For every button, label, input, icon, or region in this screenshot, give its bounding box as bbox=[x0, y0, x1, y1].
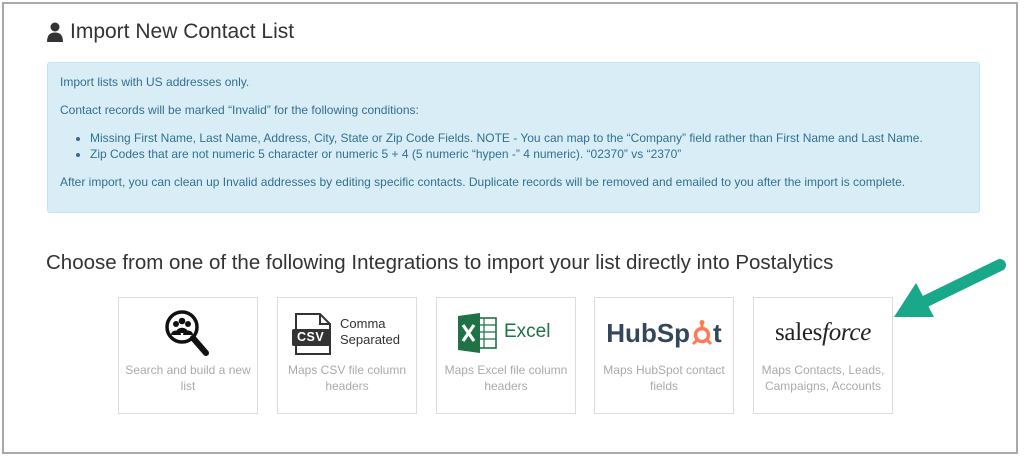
salesforce-logo-text-a: sales bbox=[774, 319, 823, 346]
notice-bullet: Missing First Name, Last Name, Address, … bbox=[90, 130, 923, 146]
excel-icon bbox=[458, 313, 497, 353]
hubspot-logo-text-a: HubSp bbox=[606, 317, 691, 348]
notice-bullet: Zip Codes that are not numeric 5 charact… bbox=[90, 146, 923, 162]
salesforce-logo: salesforce bbox=[754, 308, 892, 358]
import-notice: Import lists with US addresses only. Con… bbox=[47, 62, 980, 213]
integrations-heading: Choose from one of the following Integra… bbox=[46, 251, 834, 274]
page-title: Import New Contact List bbox=[46, 18, 294, 46]
notice-line-us-only: Import lists with US addresses only. bbox=[60, 75, 250, 89]
page-title-text: Import New Contact List bbox=[70, 20, 295, 43]
csv-logo: CSV Comma Separated bbox=[278, 308, 416, 358]
user-icon bbox=[47, 22, 63, 42]
integration-card-search[interactable]: Search and build a new list bbox=[118, 297, 258, 414]
excel-logo: Excel bbox=[437, 308, 575, 358]
pointer-arrow-icon bbox=[894, 259, 1006, 317]
hubspot-logo-text-b: t bbox=[713, 317, 722, 348]
excel-logo-text: Excel bbox=[504, 321, 551, 342]
notice-bullets: Missing First Name, Last Name, Address, … bbox=[60, 130, 923, 162]
csv-logo-line2: Separated bbox=[340, 332, 400, 347]
notice-line-conditions: Contact records will be marked “Invalid”… bbox=[60, 103, 419, 117]
csv-badge: CSV bbox=[297, 330, 325, 344]
csv-logo-line1: Comma bbox=[340, 316, 386, 331]
integration-card-excel[interactable]: Excel Maps Excel file column headers bbox=[436, 297, 576, 414]
card-description: Maps Contacts, Leads, Campaigns, Account… bbox=[761, 363, 885, 393]
search-people-icon bbox=[165, 310, 209, 356]
hubspot-sprocket-icon bbox=[691, 320, 713, 346]
notice-line-after-import: After import, you can clean up Invalid a… bbox=[60, 175, 906, 189]
integration-card-csv[interactable]: CSV Comma Separated Maps CSV file column… bbox=[277, 297, 417, 414]
search-logo bbox=[119, 308, 257, 358]
salesforce-logo-text-b: force bbox=[822, 319, 872, 346]
card-description: Search and build a new list bbox=[125, 363, 251, 393]
hubspot-logo: HubSp t bbox=[595, 308, 733, 358]
card-description: Maps Excel file column headers bbox=[444, 363, 568, 393]
integration-card-salesforce[interactable]: salesforce Maps Contacts, Leads, Campaig… bbox=[753, 297, 893, 414]
card-description: Maps HubSpot contact fields bbox=[603, 363, 725, 393]
integration-card-hubspot[interactable]: HubSp t Maps HubSpot contact fields bbox=[594, 297, 734, 414]
card-description: Maps CSV file column headers bbox=[287, 363, 407, 393]
